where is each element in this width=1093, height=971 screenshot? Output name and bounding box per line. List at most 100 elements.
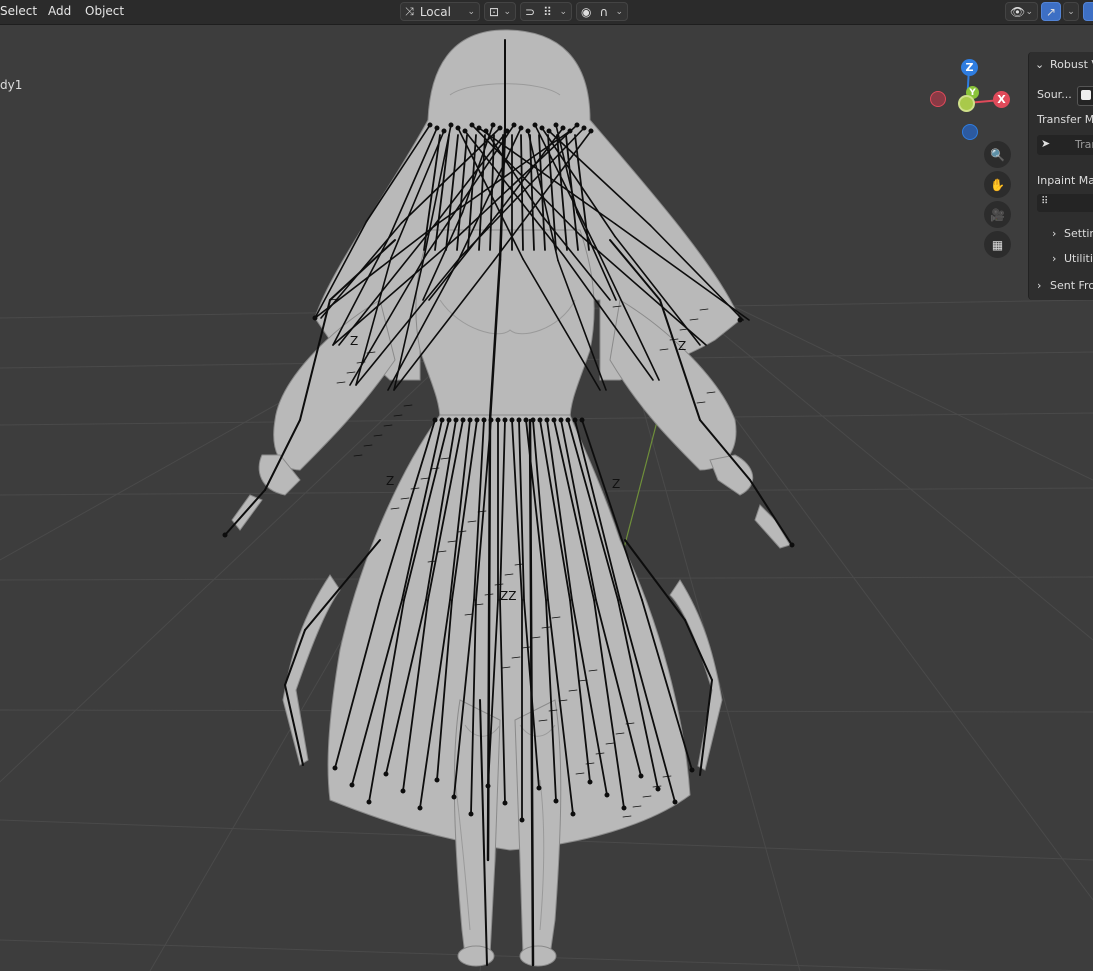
bone-joint: [474, 417, 480, 423]
panel-title[interactable]: Robust V: [1050, 58, 1093, 71]
hand-pan-icon[interactable]: ✋: [984, 171, 1011, 198]
chevron-right-icon[interactable]: ›: [1037, 279, 1041, 292]
bone-joint: [558, 417, 564, 423]
gizmo-center-handle[interactable]: [958, 95, 975, 112]
inpaint-mask-field[interactable]: ⠿: [1037, 194, 1093, 212]
bone-joint: [604, 792, 610, 798]
active-object-name: dy1: [0, 78, 23, 92]
subpanel-utilities[interactable]: Utilitie: [1064, 252, 1093, 265]
svg-text:Z: Z: [350, 334, 358, 348]
eye-icon: 👁: [1010, 4, 1026, 19]
source-label: Sour...: [1037, 88, 1072, 101]
bone-joint: [332, 765, 338, 771]
svg-text:Z: Z: [612, 477, 620, 491]
sidebar-panel: ⌄ Robust V Sour... Transfer M ➤ Tran Inp…: [1028, 52, 1093, 300]
chevron-down-icon: ⌄: [503, 6, 511, 17]
bone-joint: [490, 122, 496, 128]
overlay-toggle-button[interactable]: [1083, 2, 1093, 21]
bone-joint: [502, 800, 508, 806]
bone-joint: [638, 773, 644, 779]
bone-joint: [432, 417, 438, 423]
object-icon: [1081, 90, 1091, 100]
bone-joint: [488, 417, 494, 423]
menu-object[interactable]: Object: [85, 4, 124, 18]
bone-joint: [485, 783, 491, 789]
transform-orientation-icon: ⤨: [405, 4, 414, 18]
vertex-group-icon: ⠿: [1041, 196, 1049, 207]
bone-joint: [467, 417, 473, 423]
bone-joint: [511, 122, 517, 128]
source-object-field[interactable]: [1077, 86, 1093, 106]
gizmo-neg-x-axis[interactable]: [930, 91, 946, 107]
chevron-down-icon: ⌄: [467, 6, 475, 17]
svg-text:ZZ: ZZ: [500, 589, 516, 603]
bone-joint: [497, 125, 503, 131]
inpaint-label: Inpaint Ma: [1037, 174, 1093, 187]
bone-joint: [476, 125, 482, 131]
bone-joint: [483, 128, 489, 134]
bone-joint: [588, 128, 594, 134]
bone-joint: [536, 785, 542, 791]
chevron-right-icon[interactable]: ›: [1052, 227, 1056, 240]
bone: [373, 434, 383, 437]
bone-joint: [312, 315, 318, 321]
bone-joint: [502, 417, 508, 423]
gizmo-x-axis[interactable]: X: [993, 91, 1010, 108]
pivot-point-icon: ⊡: [489, 4, 500, 19]
chevron-down-icon[interactable]: ⌄: [1035, 58, 1044, 71]
proportional-edit-icon[interactable]: ◉: [581, 5, 591, 19]
bone-joint: [518, 125, 524, 131]
bone-joint: [621, 805, 627, 811]
gizmo-neg-z-axis[interactable]: [962, 124, 978, 140]
bone-joint: [581, 125, 587, 131]
bone: [403, 404, 413, 407]
falloff-curve-icon[interactable]: ∩: [599, 5, 608, 19]
gizmo-dropdown[interactable]: ⌄: [1063, 2, 1079, 21]
bone-joint: [455, 125, 461, 131]
snapping-controls[interactable]: ⊃ ⠿ ⌄: [520, 2, 572, 21]
viewport-canvas: Z Z Z ZZ Z: [0, 29, 1093, 971]
bone-joint: [530, 417, 536, 423]
bone-joint: [469, 122, 475, 128]
chevron-right-icon[interactable]: ›: [1052, 252, 1056, 265]
bone-joint: [453, 417, 459, 423]
bone-joint: [509, 417, 515, 423]
transfer-button[interactable]: ➤ Tran: [1037, 135, 1093, 155]
bone: [393, 414, 403, 417]
bone-joint: [689, 767, 695, 773]
zoom-icon[interactable]: 🔍: [984, 141, 1011, 168]
bone-joint: [572, 417, 578, 423]
subpanel-settings[interactable]: Settin: [1064, 227, 1093, 240]
bone-joint: [349, 782, 355, 788]
bone: [224, 489, 266, 536]
bone-joint: [446, 417, 452, 423]
proportional-editing-controls[interactable]: ◉ ∩ ⌄: [576, 2, 628, 21]
gizmo-toggle-button[interactable]: ↗: [1041, 2, 1061, 21]
bone-joint: [532, 122, 538, 128]
bone: [363, 444, 373, 447]
object-visibility-dropdown[interactable]: 👁 ⌄: [1005, 2, 1038, 21]
bone-joint: [587, 779, 593, 785]
menu-add[interactable]: Add: [48, 4, 71, 18]
bone-joint: [546, 128, 552, 134]
transform-orientation-dropdown[interactable]: ⤨ Local ⌄: [400, 2, 480, 21]
chevron-down-icon: ⌄: [615, 6, 623, 17]
sent-from-panel[interactable]: Sent Fro: [1050, 279, 1093, 292]
menu-select[interactable]: Select: [0, 4, 37, 18]
pivot-point-dropdown[interactable]: ⊡ ⌄: [484, 2, 516, 21]
transform-orientation-value: Local: [419, 4, 451, 19]
gizmo-z-axis[interactable]: Z: [961, 59, 978, 76]
snap-magnet-icon[interactable]: ⊃: [525, 5, 535, 19]
bone-joint: [655, 786, 661, 792]
gizmo-toggle-icon: ↗: [1046, 4, 1057, 19]
bone-joint: [222, 532, 228, 538]
bone-joint: [417, 805, 423, 811]
camera-icon[interactable]: 🎥: [984, 201, 1011, 228]
bone-joint: [519, 817, 525, 823]
3d-viewport[interactable]: Z Z Z ZZ Z: [0, 0, 1093, 971]
snap-increment-icon[interactable]: ⠿: [543, 5, 552, 19]
bone: [383, 424, 393, 427]
bone-joint: [366, 799, 372, 805]
bone-joint: [560, 125, 566, 131]
grid-perspective-icon[interactable]: ▦: [984, 231, 1011, 258]
